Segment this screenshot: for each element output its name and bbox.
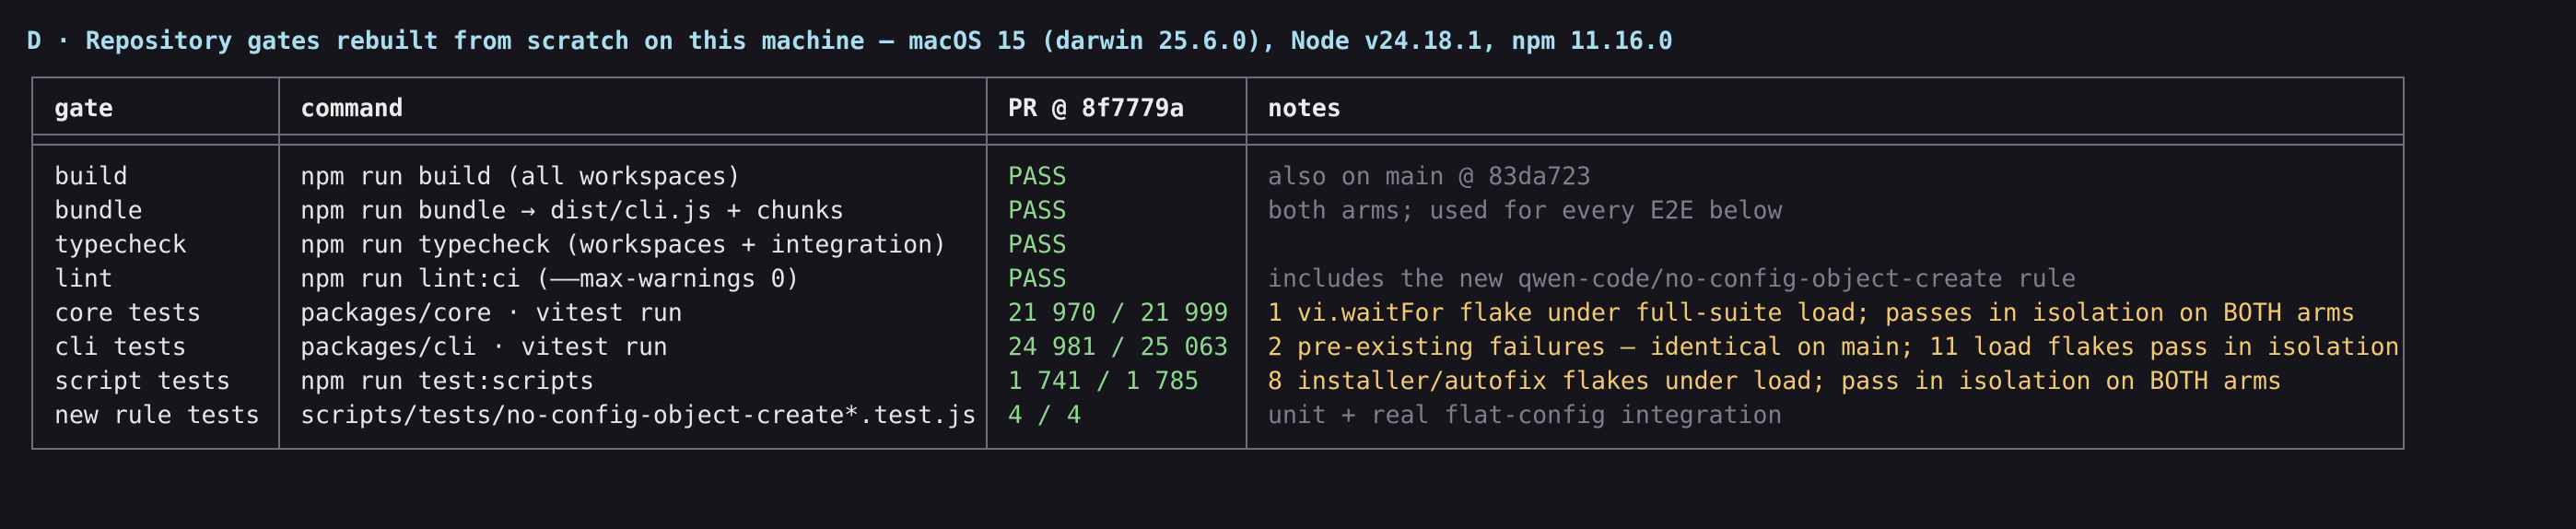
gates-table: gate command PR @ 8f7779a notes build np… (31, 76, 2405, 450)
column-header-notes: notes (1268, 94, 1341, 123)
result-cell: PASS (1008, 196, 1067, 225)
gate-cell: new rule tests (54, 401, 261, 429)
result-cell: PASS (1008, 230, 1067, 259)
gate-cell: lint (54, 264, 113, 293)
gate-cell: bundle (54, 196, 143, 225)
notes-cell: both arms; used for every E2E below (1268, 196, 1783, 225)
notes-cell: 8 installer/autofix flakes under load; p… (1268, 367, 2282, 395)
gate-cell: script tests (54, 367, 231, 395)
command-cell: packages/cli · vitest run (300, 333, 668, 361)
result-cell: 24 981 / 25 063 (1008, 333, 1229, 361)
column-header-command: command (300, 94, 404, 123)
notes-cell: 2 pre-existing failures — identical on m… (1268, 333, 2400, 361)
gate-cell: typecheck (54, 230, 187, 259)
result-cell: PASS (1008, 264, 1067, 293)
command-cell: npm run lint:ci (––max-warnings 0) (300, 264, 801, 293)
command-cell: scripts/tests/no-config-object-create*.t… (300, 401, 977, 429)
result-cell: 21 970 / 21 999 (1008, 299, 1229, 327)
notes-cell: includes the new qwen-code/no-config-obj… (1268, 264, 2077, 293)
gate-cell: cli tests (54, 333, 187, 361)
notes-cell: also on main @ 83da723 (1268, 162, 1591, 191)
command-cell: npm run bundle → dist/cli.js + chunks (300, 196, 845, 225)
column-header-gate: gate (54, 94, 113, 123)
result-cell: 4 / 4 (1008, 401, 1082, 429)
command-cell: npm run test:scripts (300, 367, 595, 395)
gate-cell: core tests (54, 299, 202, 327)
command-cell: npm run build (all workspaces) (300, 162, 742, 191)
command-cell: npm run typecheck (workspaces + integrat… (300, 230, 947, 259)
gate-cell: build (54, 162, 128, 191)
notes-cell: 1 vi.waitFor flake under full-suite load… (1268, 299, 2356, 327)
command-cell: packages/core · vitest run (300, 299, 683, 327)
result-cell: PASS (1008, 162, 1067, 191)
notes-cell: unit + real flat-config integration (1268, 401, 1783, 429)
header-separator (33, 134, 2403, 135)
column-header-result: PR @ 8f7779a (1008, 94, 1185, 123)
section-heading: D · Repository gates rebuilt from scratc… (27, 27, 1673, 55)
header-separator (33, 144, 2403, 146)
result-cell: 1 741 / 1 785 (1008, 367, 1200, 395)
